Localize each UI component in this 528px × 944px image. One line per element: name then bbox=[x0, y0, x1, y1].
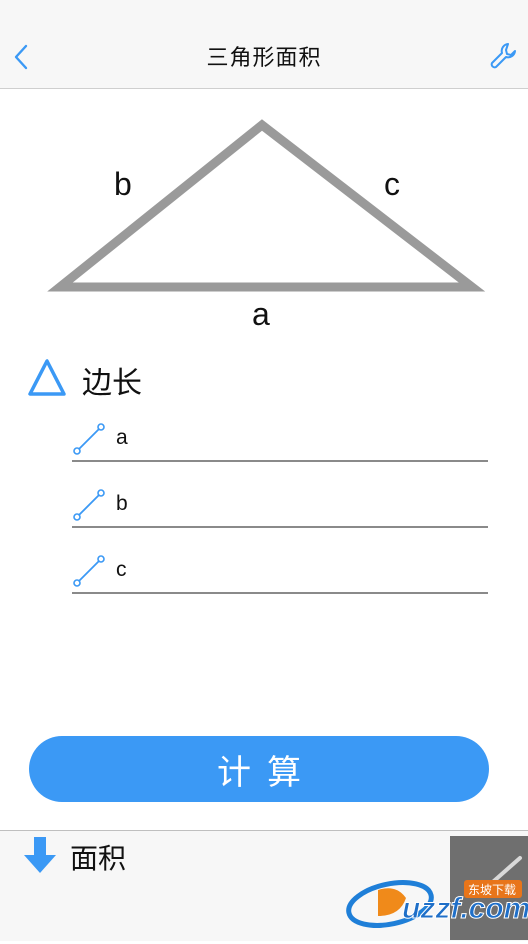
settings-button[interactable] bbox=[488, 40, 520, 74]
svg-text:东坡下载: 东坡下载 bbox=[468, 883, 516, 897]
ruler-line-icon bbox=[73, 423, 105, 455]
wrench-icon bbox=[490, 43, 516, 69]
watermark-logo: uzzf.com 东坡下载 bbox=[346, 880, 528, 928]
sides-section-title: 边长 bbox=[82, 366, 142, 401]
triangle-diagram: b c a bbox=[0, 90, 528, 340]
side-c-input[interactable] bbox=[116, 554, 476, 586]
side-b-field bbox=[72, 482, 488, 528]
page-title: 三角形面积 bbox=[206, 46, 322, 71]
side-b-label: b bbox=[114, 166, 132, 202]
calculate-button[interactable]: 计算 bbox=[29, 736, 489, 802]
side-b-input[interactable] bbox=[116, 488, 476, 520]
navigation-bar: 三角形面积 bbox=[0, 0, 528, 89]
arrow-down-icon bbox=[24, 837, 56, 873]
ruler-line-icon bbox=[73, 489, 105, 521]
result-title: 面积 bbox=[70, 842, 127, 875]
side-c-field bbox=[72, 548, 488, 594]
side-c-label: c bbox=[384, 166, 400, 202]
ruler-line-icon bbox=[73, 555, 105, 587]
triangle-outline-icon bbox=[28, 359, 66, 396]
side-a-label: a bbox=[252, 296, 270, 332]
side-a-input[interactable] bbox=[116, 422, 476, 454]
side-a-field bbox=[72, 416, 488, 462]
